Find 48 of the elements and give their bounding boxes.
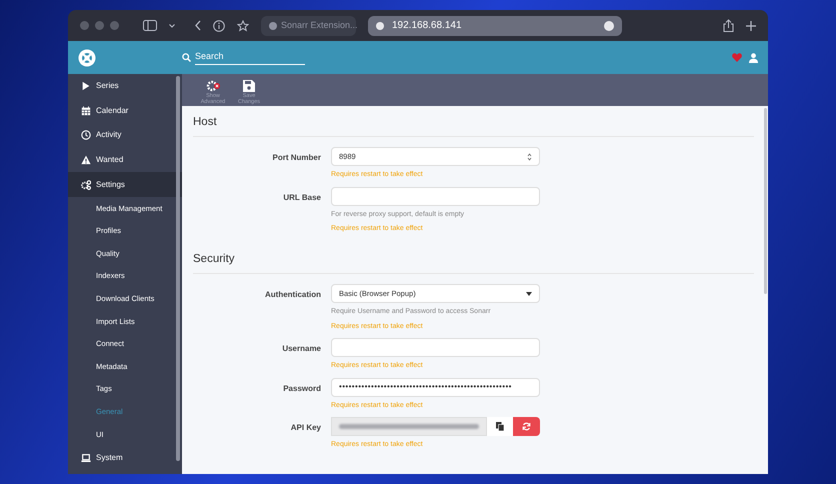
password-field[interactable]: ••••••••••••••••••••••••••••••••••••••••••••••••••••••: [331, 378, 540, 396]
sidebar-item[interactable]: Settings: [68, 172, 182, 197]
info-icon[interactable]: [213, 20, 225, 32]
chevron-down-icon[interactable]: [169, 24, 175, 28]
field-label: URL Base: [282, 192, 322, 204]
star-icon[interactable]: [237, 20, 249, 32]
sidebar-item[interactable]: Series: [68, 74, 182, 99]
refresh-icon: [522, 422, 531, 431]
tab-title: Sonarr Extension...: [281, 18, 358, 32]
sidebar-item[interactable]: System: [68, 446, 182, 470]
warning-icon: [81, 155, 91, 166]
field-label: Port Number: [272, 152, 322, 164]
scrollbar[interactable]: [764, 108, 767, 294]
input-field[interactable]: [331, 338, 540, 357]
section-heading: Host: [193, 106, 754, 138]
user-icon[interactable]: [749, 52, 758, 62]
spinner-icon[interactable]: [527, 152, 532, 161]
field-label: API Key: [290, 422, 322, 434]
caret-icon: [526, 292, 532, 296]
input-field[interactable]: [331, 186, 540, 206]
laptop-icon: [81, 452, 91, 463]
search-icon: [182, 53, 191, 62]
section-heading: Security: [193, 242, 754, 274]
scrollbar[interactable]: [176, 76, 180, 461]
play-icon: [81, 81, 91, 92]
field-label: Username: [281, 343, 322, 355]
copy-button[interactable]: [487, 417, 513, 436]
field-label: Authentication: [264, 289, 322, 301]
save-icon: [242, 79, 256, 93]
search-field[interactable]: Search: [195, 50, 305, 66]
gears-off-icon: [206, 79, 220, 93]
address-text: 192.168.68.141: [392, 19, 463, 33]
api-key-field[interactable]: [331, 417, 487, 436]
copy-icon: [496, 422, 504, 431]
address-bar[interactable]: 192.168.68.141: [368, 16, 622, 36]
field-label: Password: [282, 382, 322, 394]
sidebar-toggle-icon[interactable]: [143, 20, 157, 31]
calendar-icon: [81, 106, 91, 116]
logo-icon: [78, 48, 96, 66]
sidebar-item[interactable]: Wanted: [68, 148, 182, 172]
sidebar-item[interactable]: Calendar: [68, 98, 182, 124]
new-tab-icon[interactable]: [746, 20, 756, 30]
back-icon[interactable]: [195, 20, 201, 31]
regenerate-button[interactable]: [513, 417, 540, 436]
share-icon[interactable]: [723, 19, 734, 32]
sidebar-item[interactable]: Activity: [68, 123, 182, 148]
clock-icon: [81, 130, 91, 140]
gears-icon: [81, 180, 91, 190]
